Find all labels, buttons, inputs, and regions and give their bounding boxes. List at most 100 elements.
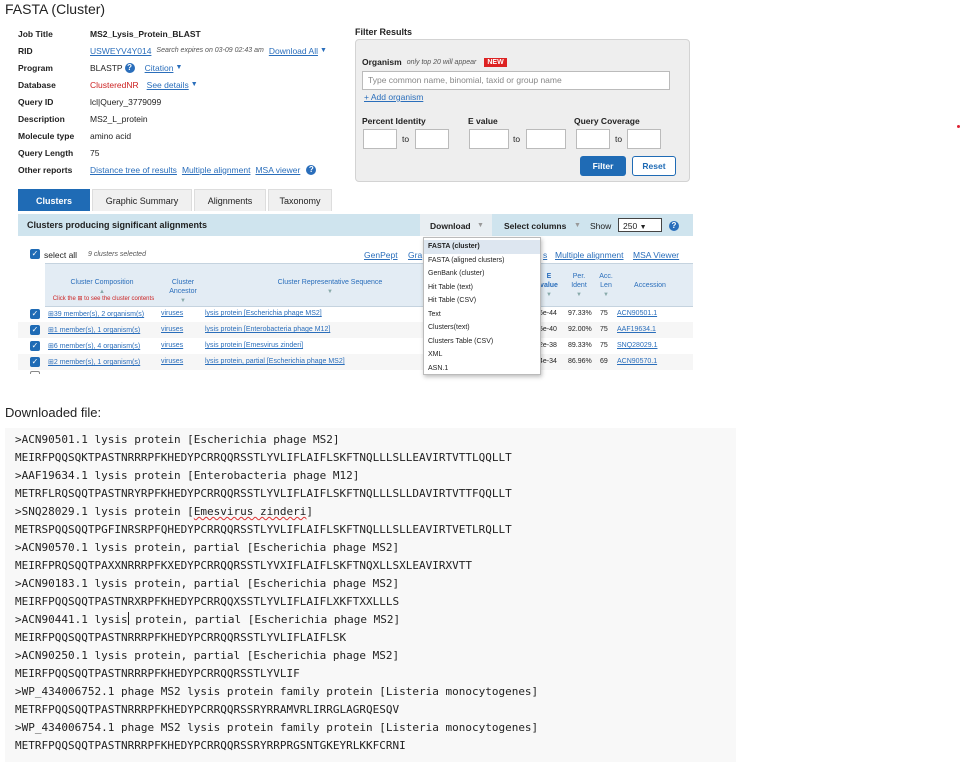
cluster-composition[interactable]: ⊞39 member(s), 2 organism(s) — [48, 310, 144, 318]
menu-item-fasta-aligned[interactable]: FASTA (aligned clusters) — [424, 254, 540, 268]
program-value: BLASTP — [90, 62, 123, 73]
distance-tree-link[interactable]: Distance tree of results — [90, 165, 177, 175]
spellcheck-underline: Emesvirus zinderi — [193, 505, 307, 518]
row-checkbox[interactable]: ✓ — [30, 309, 40, 319]
select-all-label[interactable]: select all — [44, 250, 77, 260]
job-title-label: Job Title — [18, 28, 53, 39]
select-columns-button[interactable]: Select columns — [504, 221, 566, 231]
cluster-composition[interactable]: ⊞1 member(s), 1 organism(s) — [48, 326, 140, 334]
representative-sequence[interactable]: lysis protein, partial [Escherichia phag… — [205, 358, 345, 365]
reset-button[interactable]: Reset — [632, 156, 676, 176]
select-all-checkbox[interactable]: ✓ — [30, 249, 40, 259]
table-row[interactable]: ✓ ⊞6 member(s), 4 organism(s) viruses ly… — [18, 338, 693, 354]
cluster-composition[interactable]: ⊞6 member(s), 4 organism(s) — [48, 342, 140, 350]
rid-link[interactable]: USWEYV4Y014 — [90, 46, 151, 56]
menu-item-fasta-cluster[interactable]: FASTA (cluster) — [424, 240, 540, 254]
col-acc-len[interactable]: Acc. Len ▼ — [596, 272, 616, 300]
cluster-ancestor[interactable]: viruses — [161, 310, 183, 317]
e-value-max-input[interactable] — [526, 129, 566, 149]
tab-taxonomy[interactable]: Taxonomy — [268, 189, 332, 211]
rid-row: RID USWEYV4Y014 Search expires on 03-09 … — [18, 42, 327, 59]
query-coverage-max-input[interactable] — [627, 129, 661, 149]
fasta-line: METRSPQQSQQTPGFINRSRPFQHEDYPCRRQQRSSTLYV… — [15, 523, 512, 536]
menu-item-clusters-text[interactable]: Clusters(text) — [424, 321, 540, 335]
representative-sequence[interactable]: lysis protein [Emesvirus zinderi] — [205, 342, 303, 349]
menu-item-genbank[interactable]: GenBank (cluster) — [424, 267, 540, 281]
download-button[interactable]: Download — [430, 221, 471, 231]
table-row-clipped — [18, 370, 693, 374]
percent-identity-min-input[interactable] — [363, 129, 397, 149]
representative-sequence[interactable]: lysis protein [Escherichia phage MS2] — [205, 310, 322, 317]
e-value-min-input[interactable] — [469, 129, 509, 149]
graphics-link[interactable]: Gra — [408, 250, 422, 260]
results-title: Clusters producing significant alignment… — [27, 220, 208, 230]
cluster-composition[interactable]: ⊞2 member(s), 1 organism(s) — [48, 358, 140, 366]
accession-link[interactable]: ACN90501.1 — [617, 310, 657, 317]
query-coverage-min-input[interactable] — [576, 129, 610, 149]
row-checkbox[interactable]: ✓ — [30, 325, 40, 335]
table-row[interactable]: ✓ ⊞39 member(s), 2 organism(s) viruses l… — [18, 306, 693, 322]
accession-length: 69 — [600, 358, 608, 365]
table-row[interactable]: ✓ ⊞1 member(s), 1 organism(s) viruses ly… — [18, 322, 693, 338]
col-accession[interactable]: Accession — [628, 281, 672, 290]
accession-link[interactable]: SNQ28029.1 — [617, 342, 657, 349]
row-checkbox[interactable] — [30, 371, 40, 374]
help-icon[interactable]: ? — [306, 164, 317, 175]
to-label: to — [513, 134, 521, 144]
sequences-link-fragment[interactable]: s — [543, 250, 547, 260]
help-icon[interactable]: ? — [669, 221, 679, 231]
fasta-line: MEIRFPRQSQQTPAXXNRRRPFKXEDYPCRRQQRSSTLYV… — [15, 559, 472, 572]
add-organism-link[interactable]: + Add organism — [364, 92, 423, 102]
col-len-label: Len — [600, 282, 612, 289]
query-id-value: lcl|Query_3779099 — [90, 96, 162, 107]
multiple-alignment-link[interactable]: Multiple alignment — [182, 165, 251, 175]
menu-item-clusters-csv[interactable]: Clusters Table (CSV) — [424, 335, 540, 349]
menu-item-asn1[interactable]: ASN.1 — [424, 362, 540, 375]
col-evalue[interactable]: Evalue ▼ — [538, 272, 560, 300]
col-representative-sequence[interactable]: Cluster Representative Sequence ▼ — [240, 278, 420, 297]
organism-input[interactable]: Type common name, binomial, taxid or gro… — [362, 71, 670, 90]
row-checkbox[interactable]: ✓ — [30, 341, 40, 351]
download-menu: FASTA (cluster) FASTA (aligned clusters)… — [423, 237, 541, 375]
see-details-link[interactable]: See details — [147, 80, 189, 90]
menu-item-text[interactable]: Text — [424, 308, 540, 322]
chevron-down-icon: ▼ — [190, 81, 198, 88]
col-ancestor[interactable]: Cluster Ancestor ▼ — [163, 278, 203, 306]
table-row[interactable]: ✓ ⊞2 member(s), 1 organism(s) viruses ly… — [18, 354, 693, 370]
accession-link[interactable]: AAF19634.1 — [617, 326, 656, 333]
to-label: to — [402, 134, 410, 144]
job-title-value: MS2_Lysis_Protein_BLAST — [90, 28, 201, 39]
tab-clusters[interactable]: Clusters — [18, 189, 90, 211]
fasta-line: MEIRFPQQSQQTPASTNRRRPFKHEDYPCRRQQRSSTLYV… — [15, 631, 347, 644]
msa-viewer-link[interactable]: MSA Viewer — [633, 250, 679, 260]
cluster-ancestor[interactable]: viruses — [161, 358, 183, 365]
help-icon[interactable]: ? — [124, 62, 135, 73]
cluster-ancestor[interactable]: viruses — [161, 326, 183, 333]
multiple-alignment-link[interactable]: Multiple alignment — [555, 250, 624, 260]
menu-item-xml[interactable]: XML — [424, 348, 540, 362]
representative-sequence[interactable]: lysis protein [Enterobacteria phage M12] — [205, 326, 330, 333]
database-row: Database ClusteredNR See details ▼ — [18, 76, 198, 93]
col-value-label: value — [540, 282, 558, 289]
tab-graphic-summary[interactable]: Graphic Summary — [92, 189, 192, 211]
accession-link[interactable]: ACN90570.1 — [617, 358, 657, 365]
menu-item-hit-table-text[interactable]: Hit Table (text) — [424, 281, 540, 295]
filter-button[interactable]: Filter — [580, 156, 626, 176]
citation-link[interactable]: Citation — [145, 63, 174, 73]
download-all-link[interactable]: Download All — [269, 46, 318, 56]
col-acc-label: Acc. — [599, 273, 613, 280]
tab-alignments[interactable]: Alignments — [194, 189, 266, 211]
percent-identity-max-input[interactable] — [415, 129, 449, 149]
msa-viewer-link[interactable]: MSA viewer — [255, 165, 300, 175]
selected-count-note: 9 clusters selected — [88, 251, 146, 258]
fasta-line: >WP_434006754.1 phage MS2 lysis protein … — [15, 721, 539, 734]
cluster-ancestor[interactable]: viruses — [161, 342, 183, 349]
row-checkbox[interactable]: ✓ — [30, 357, 40, 367]
evalue: 5e-40 — [539, 326, 557, 333]
show-count-select[interactable]: 250 ▼ — [618, 218, 662, 232]
genpept-link[interactable]: GenPept — [364, 250, 398, 260]
evalue: 4e-34 — [539, 358, 557, 365]
col-per-ident[interactable]: Per. Ident ▼ — [567, 272, 591, 300]
downloaded-file-content[interactable]: >ACN90501.1 lysis protein [Escherichia p… — [5, 428, 736, 762]
menu-item-hit-table-csv[interactable]: Hit Table (CSV) — [424, 294, 540, 308]
